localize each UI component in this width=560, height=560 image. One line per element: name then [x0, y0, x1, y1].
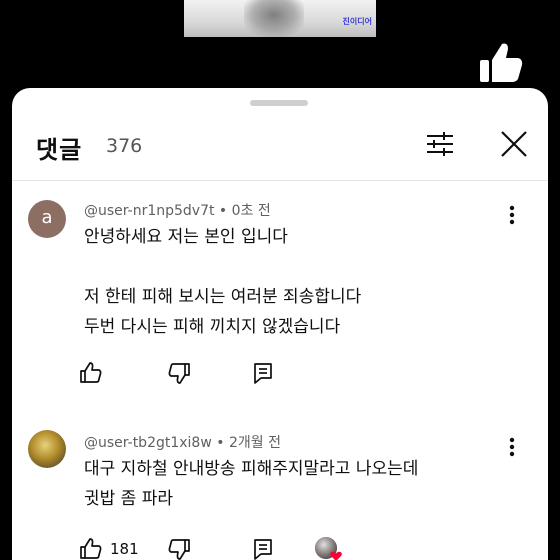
- comments-count: 376: [106, 135, 143, 157]
- thumb-down-icon: [168, 539, 190, 560]
- thumb-up-icon: [80, 538, 102, 559]
- avatar[interactable]: a: [28, 200, 66, 238]
- comment-meta: @user-tb2gt1xi8w • 2개월 전: [84, 432, 281, 452]
- like-count: 181: [110, 540, 139, 558]
- comment-item: @user-tb2gt1xi8w • 2개월 전 대구 지하철 안내방송 피해주…: [12, 424, 548, 560]
- reply-button[interactable]: [250, 358, 276, 388]
- close-icon[interactable]: [496, 126, 532, 162]
- avatar[interactable]: [28, 430, 66, 468]
- video-watermark: 진이디어: [342, 17, 372, 26]
- comment-text: 대구 지하철 안내방송 피해주지말라고 나오는데 귓밥 좀 파라: [84, 459, 419, 509]
- header-divider: [12, 180, 548, 181]
- like-button[interactable]: [78, 358, 110, 388]
- thumb-up-icon[interactable]: [478, 40, 524, 84]
- reply-icon: [254, 363, 272, 384]
- comment-time: 0초 전: [231, 203, 271, 219]
- comment-item: a @user-nr1np5dv7t • 0초 전 안녕하세요 저는 본인 입니…: [12, 192, 548, 392]
- video-player[interactable]: 진이디어: [184, 0, 376, 37]
- comment-time: 2개월 전: [228, 435, 281, 451]
- thumb-up-icon: [80, 362, 102, 383]
- drag-handle[interactable]: [250, 100, 308, 106]
- sort-icon[interactable]: [422, 126, 458, 162]
- dislike-button[interactable]: [166, 534, 192, 560]
- thumb-down-icon: [168, 363, 190, 384]
- creator-heart-icon: [315, 537, 342, 560]
- meta-separator: •: [218, 203, 232, 219]
- video-frame: [244, 0, 304, 37]
- comment-text: 안녕하세요 저는 본인 입니다 저 한테 피해 보시는 여러분 죄송합니다 두번…: [84, 227, 362, 337]
- dislike-button[interactable]: [166, 358, 192, 388]
- comment-author[interactable]: @user-nr1np5dv7t: [84, 203, 214, 219]
- comment-author[interactable]: @user-tb2gt1xi8w: [84, 435, 212, 451]
- comment-actions: 181: [78, 534, 478, 560]
- comment-meta: @user-nr1np5dv7t • 0초 전: [84, 200, 271, 220]
- comments-title: 댓글: [36, 136, 83, 164]
- comments-header: 댓글 376: [12, 118, 548, 178]
- reply-icon: [254, 539, 272, 560]
- comment-actions: [78, 358, 478, 388]
- meta-separator: •: [216, 435, 229, 451]
- like-button[interactable]: 181: [78, 534, 139, 560]
- reply-button[interactable]: [250, 534, 276, 560]
- comments-sheet: 댓글 376 a @user-nr1np5dv7t • 0초 전 안녕하세요 저…: [12, 88, 548, 560]
